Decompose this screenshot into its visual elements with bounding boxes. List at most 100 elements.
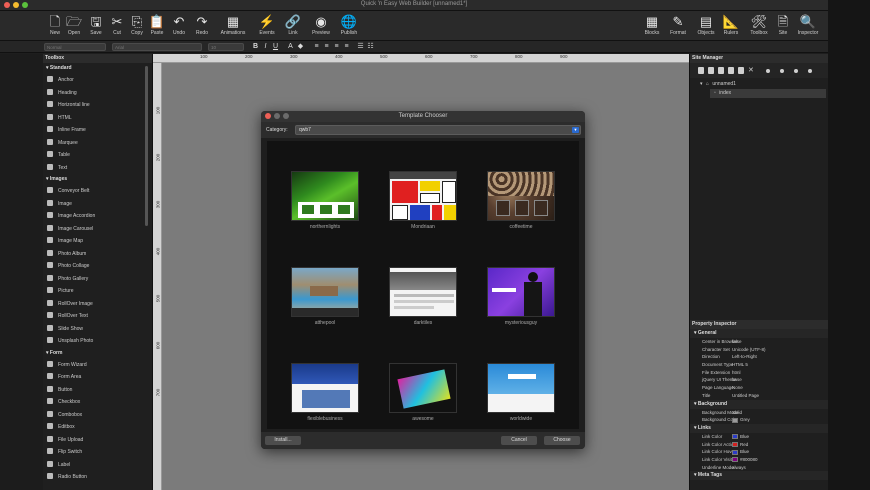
- duplicate-page-icon[interactable]: [728, 67, 734, 74]
- property-row[interactable]: Direction Left-to-Right: [690, 353, 828, 361]
- template-coffeetime[interactable]: coffeetime: [487, 171, 555, 230]
- toolbox-item-image-map[interactable]: Image Map: [43, 235, 152, 248]
- toolbox-item-checkbox[interactable]: Checkbox: [43, 396, 152, 409]
- color-swatch[interactable]: [732, 434, 738, 440]
- toolbox-item-table[interactable]: Table: [43, 149, 152, 162]
- toolbox-item-label[interactable]: Label: [43, 459, 152, 472]
- property-row[interactable]: Underline Mode always: [690, 464, 828, 472]
- toolbox-item-form-wizard[interactable]: Form Wizard: [43, 359, 152, 372]
- toolbox-item-image-accordion[interactable]: Image Accordion: [43, 210, 152, 223]
- open-page-icon[interactable]: [708, 67, 714, 74]
- redo-button[interactable]: ↷ Redo: [191, 14, 213, 40]
- property-row[interactable]: File Extension html: [690, 369, 828, 377]
- property-row[interactable]: Link Color Hover Blue: [690, 448, 828, 456]
- open-button[interactable]: 🗁 Open: [63, 14, 85, 40]
- template-atthepool[interactable]: atthepool: [291, 267, 359, 326]
- blocks-button[interactable]: ▦ Blocks: [641, 14, 663, 40]
- toolbox-item-unsplash-photo[interactable]: Unsplash Photo: [43, 335, 152, 348]
- move-left-icon[interactable]: [794, 69, 798, 73]
- toolbox-item-file-upload[interactable]: File Upload: [43, 434, 152, 447]
- underline-icon[interactable]: U: [271, 43, 280, 51]
- move-down-icon[interactable]: [780, 69, 784, 73]
- delete-page-icon[interactable]: ✕: [748, 67, 754, 74]
- toolbox-item-button[interactable]: Button: [43, 384, 152, 397]
- choose-button[interactable]: Choose: [544, 436, 580, 445]
- toolbox-scrollbar[interactable]: [145, 66, 148, 226]
- paste-button[interactable]: 📋 Paste: [146, 14, 168, 40]
- numbered-list-icon[interactable]: ☷: [366, 43, 375, 51]
- toolbox-item-anchor[interactable]: Anchor: [43, 74, 152, 87]
- toolbox-item-rollover-image[interactable]: RollOver Image: [43, 298, 152, 311]
- objects-button[interactable]: ▤ Objects: [695, 14, 717, 40]
- template-northernlights[interactable]: northernlights: [291, 171, 359, 230]
- property-row[interactable]: Background Mode Solid: [690, 409, 828, 417]
- inspector-section-general[interactable]: ▾ General: [690, 329, 828, 338]
- property-row[interactable]: Link Color Blue: [690, 433, 828, 441]
- toolbox-item-image[interactable]: Image: [43, 198, 152, 211]
- inspector-section-background[interactable]: ▾ Background: [690, 399, 828, 409]
- style-select[interactable]: Normal: [44, 43, 106, 51]
- toolbox-button[interactable]: 🛠 Toolbox: [748, 14, 770, 40]
- italic-icon[interactable]: I: [261, 43, 270, 51]
- toolbox-item-combobox[interactable]: Combobox: [43, 409, 152, 422]
- cut-button[interactable]: ✂ Cut: [106, 14, 128, 40]
- toolbox-item-form-area[interactable]: Form Area: [43, 371, 152, 384]
- toolbox-item-flip-switch[interactable]: Flip Switch: [43, 446, 152, 459]
- color-swatch[interactable]: [732, 417, 738, 423]
- copy-button[interactable]: ⎘ Copy: [126, 14, 148, 40]
- toolbox-item-picture[interactable]: Picture: [43, 285, 152, 298]
- template-awesome[interactable]: awesome: [389, 363, 457, 422]
- save-button[interactable]: 🖫 Save: [85, 14, 107, 40]
- toolbox-item-inline-frame[interactable]: Inline Frame: [43, 124, 152, 137]
- property-row[interactable]: Link Color Active Red: [690, 441, 828, 449]
- toolbox-item-image-carousel[interactable]: Image Carousel: [43, 223, 152, 236]
- inspector-button[interactable]: 🔍 Inspector: [797, 14, 819, 40]
- new-page-icon[interactable]: [698, 67, 704, 74]
- color-swatch[interactable]: [732, 457, 738, 463]
- property-row[interactable]: Background Color Grey: [690, 416, 828, 424]
- property-row[interactable]: Title Untitled Page: [690, 392, 828, 400]
- dialog-close-button[interactable]: [265, 113, 271, 119]
- move-right-icon[interactable]: [808, 69, 812, 73]
- toolbox-item-horizontal-line[interactable]: Horizontal line: [43, 99, 152, 112]
- toolbox-item-rollover-text[interactable]: RollOver Text: [43, 310, 152, 323]
- toolbox-item-marquee[interactable]: Marquee: [43, 137, 152, 150]
- template-mysteriousguy[interactable]: mysteriousguy: [487, 267, 555, 326]
- animations-button[interactable]: ▦ Animations: [221, 14, 246, 40]
- link-button[interactable]: 🔗 Link: [282, 14, 304, 40]
- fill-color-icon[interactable]: ◆: [296, 43, 305, 51]
- align-right-icon[interactable]: ≡: [332, 43, 341, 51]
- toolbox-item-heading[interactable]: Heading: [43, 87, 152, 100]
- property-row[interactable]: jQuery UI Theme base: [690, 376, 828, 384]
- justify-icon[interactable]: ≡: [342, 43, 351, 51]
- color-swatch[interactable]: [732, 449, 738, 455]
- toolbox-section-standard[interactable]: ▾ Standard: [43, 63, 152, 74]
- property-row[interactable]: Page Language None: [690, 384, 828, 392]
- format-button[interactable]: ✎ Format: [667, 14, 689, 40]
- toolbox-item-conveyor-belt[interactable]: Conveyor Belt: [43, 185, 152, 198]
- toolbox-item-photo-album[interactable]: Photo Album: [43, 248, 152, 261]
- property-row[interactable]: Character Set Unicode (UTF-8): [690, 346, 828, 354]
- cancel-button[interactable]: Cancel: [501, 436, 537, 445]
- bold-icon[interactable]: B: [251, 43, 260, 51]
- property-row[interactable]: Link Color Visited #800080: [690, 456, 828, 464]
- install-button[interactable]: Install...: [265, 436, 301, 445]
- inspector-section-meta-tags[interactable]: ▾ Meta Tags: [690, 471, 828, 481]
- inspector-section-links[interactable]: ▾ Links: [690, 423, 828, 433]
- template-worldwide[interactable]: worldwide: [487, 363, 555, 422]
- events-button[interactable]: ⚡ Events: [256, 14, 278, 40]
- font-size-select[interactable]: 10: [208, 43, 244, 51]
- toolbox-item-photo-collage[interactable]: Photo Collage: [43, 260, 152, 273]
- undo-button[interactable]: ↶ Undo: [168, 14, 190, 40]
- align-center-icon[interactable]: ≡: [322, 43, 331, 51]
- toolbox-section-form[interactable]: ▾ Form: [43, 348, 152, 359]
- bulleted-list-icon[interactable]: ☰: [356, 43, 365, 51]
- move-up-icon[interactable]: [766, 69, 770, 73]
- property-row[interactable]: Document Type HTML 5: [690, 361, 828, 369]
- toolbox-item-html[interactable]: HTML: [43, 112, 152, 125]
- toolbox-item-editbox[interactable]: Editbox: [43, 421, 152, 434]
- rulers-button[interactable]: 📐 Rulers: [720, 14, 742, 40]
- template-darktiles[interactable]: darktiles: [389, 267, 457, 326]
- publish-button[interactable]: 🌐 Publish: [338, 14, 360, 40]
- template-flexiblebusiness[interactable]: flexiblebusiness: [291, 363, 359, 422]
